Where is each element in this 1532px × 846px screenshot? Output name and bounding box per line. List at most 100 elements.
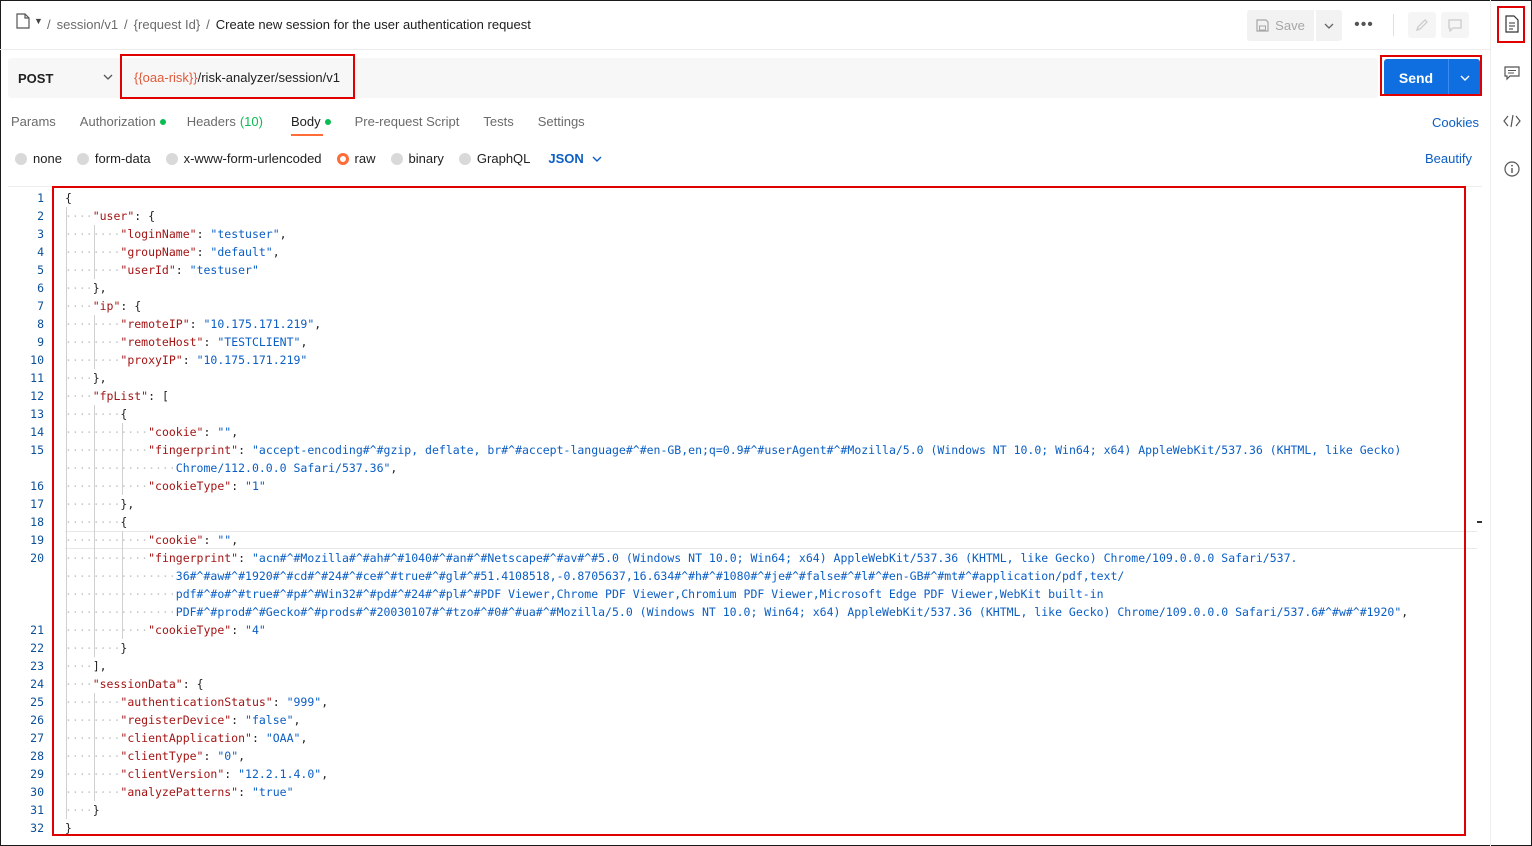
breadcrumb-item-session[interactable]: session/v1	[57, 17, 118, 32]
line-number: 6	[37, 281, 44, 295]
chevron-down-icon[interactable]: ▼	[34, 16, 43, 26]
tab-label: Params	[11, 114, 56, 129]
request-header-bar: ▼ / session/v1 / {request Id} / Create n…	[0, 0, 1490, 50]
tab-label: Settings	[537, 114, 585, 129]
radio-raw[interactable]: raw	[336, 151, 376, 166]
line-number: 29	[30, 767, 44, 781]
radio-indicator	[390, 152, 403, 165]
breadcrumb-separator: /	[47, 17, 51, 32]
cookies-link[interactable]: Cookies	[1432, 115, 1479, 130]
line-number: 7	[37, 299, 44, 313]
beautify-button[interactable]: Beautify	[1425, 151, 1472, 166]
line-number: 10	[30, 353, 44, 367]
status-dot	[159, 118, 166, 125]
http-request-icon	[16, 13, 30, 29]
chevron-down-icon	[1324, 23, 1334, 29]
line-number: 9	[37, 335, 44, 349]
radio-indicator	[15, 152, 27, 165]
tab-headers[interactable]: Headers (10)	[187, 114, 263, 129]
line-number: 24	[30, 677, 44, 691]
tab-count: (10)	[239, 114, 263, 129]
comments-button[interactable]	[1441, 12, 1469, 38]
comment-icon[interactable]	[1501, 62, 1523, 84]
save-options-button[interactable]	[1316, 10, 1342, 41]
tab-label: Tests	[483, 114, 514, 129]
line-number: 3	[37, 227, 44, 241]
line-number: 4	[37, 245, 44, 259]
request-title[interactable]: Create new session for the user authenti…	[216, 17, 531, 32]
radio-graphql[interactable]: GraphQL	[458, 151, 531, 166]
line-number: 16	[30, 479, 44, 493]
tab-tests[interactable]: Tests	[483, 114, 513, 129]
radio-indicator	[76, 152, 89, 165]
line-number: 8	[37, 317, 44, 331]
save-button[interactable]: Save	[1247, 10, 1314, 41]
tab-label: Authorization	[79, 114, 156, 129]
line-number: 27	[30, 731, 44, 745]
tab-body[interactable]: Body	[290, 114, 331, 136]
radio-indicator	[165, 152, 178, 165]
radio-form-data[interactable]: form-data	[76, 151, 151, 166]
scrollbar-marker[interactable]	[1477, 521, 1482, 523]
line-number: 1	[37, 191, 44, 205]
more-actions-button[interactable]: •••	[1350, 14, 1378, 36]
line-number: 19	[30, 533, 44, 547]
tab-settings[interactable]: Settings	[538, 114, 585, 129]
save-button-group: Save	[1247, 10, 1342, 41]
line-number: 5	[37, 263, 44, 277]
radio-x-www-form-urlencoded[interactable]: x-www-form-urlencoded	[165, 151, 322, 166]
line-number: 25	[30, 695, 44, 709]
line-number: 14	[30, 425, 44, 439]
radio-label: x-www-form-urlencoded	[183, 151, 322, 166]
status-dot	[324, 118, 331, 125]
line-number: 31	[30, 803, 44, 817]
line-number: 20	[30, 551, 44, 565]
edit-button[interactable]	[1408, 12, 1436, 38]
radio-indicator-selected	[336, 152, 349, 165]
send-highlight	[1380, 55, 1482, 96]
radio-indicator	[458, 152, 471, 165]
radio-binary[interactable]: binary	[390, 151, 444, 166]
tab-label: Pre-request Script	[354, 114, 460, 129]
radio-none[interactable]: none	[15, 151, 62, 166]
tab-params[interactable]: Params	[11, 114, 56, 129]
line-number: 32	[30, 821, 44, 835]
format-select-label: JSON	[548, 151, 584, 166]
radio-label: raw	[354, 151, 376, 166]
line-number: 12	[30, 389, 44, 403]
tab-authorization[interactable]: Authorization	[80, 114, 166, 129]
line-number: 28	[30, 749, 44, 763]
pencil-icon	[1416, 19, 1428, 31]
body-type-selector: none form-data x-www-form-urlencoded raw…	[15, 151, 602, 166]
right-sidebar	[1490, 0, 1532, 846]
format-select[interactable]: JSON	[548, 151, 602, 166]
line-number: 30	[30, 785, 44, 799]
radio-label: GraphQL	[476, 151, 531, 166]
line-number: 17	[30, 497, 44, 511]
breadcrumb-separator: /	[206, 17, 210, 32]
info-icon[interactable]	[1501, 158, 1523, 180]
line-number: 18	[30, 515, 44, 529]
line-number: 15	[30, 443, 44, 457]
line-number: 21	[30, 623, 44, 637]
chevron-down-icon	[592, 156, 602, 162]
tab-label: Headers	[186, 114, 236, 129]
tab-label: Body	[290, 114, 321, 129]
comment-icon	[1448, 18, 1462, 32]
line-number: 11	[30, 371, 44, 385]
code-icon[interactable]	[1501, 110, 1523, 132]
line-number: 26	[30, 713, 44, 727]
breadcrumb-separator: /	[124, 17, 128, 32]
request-tabs: Params Authorization Headers (10) Body Pr…	[11, 114, 585, 136]
breadcrumb-item-request-id[interactable]: {request Id}	[134, 17, 201, 32]
url-highlight	[120, 54, 355, 99]
tab-pre-request-script[interactable]: Pre-request Script	[355, 114, 460, 129]
save-icon	[1256, 19, 1269, 32]
radio-label: form-data	[94, 151, 151, 166]
line-number: 23	[30, 659, 44, 673]
radio-label: none	[33, 151, 62, 166]
save-label: Save	[1275, 18, 1305, 33]
documentation-highlight	[1497, 6, 1525, 43]
method-label: POST	[18, 70, 54, 86]
divider	[1393, 14, 1394, 36]
